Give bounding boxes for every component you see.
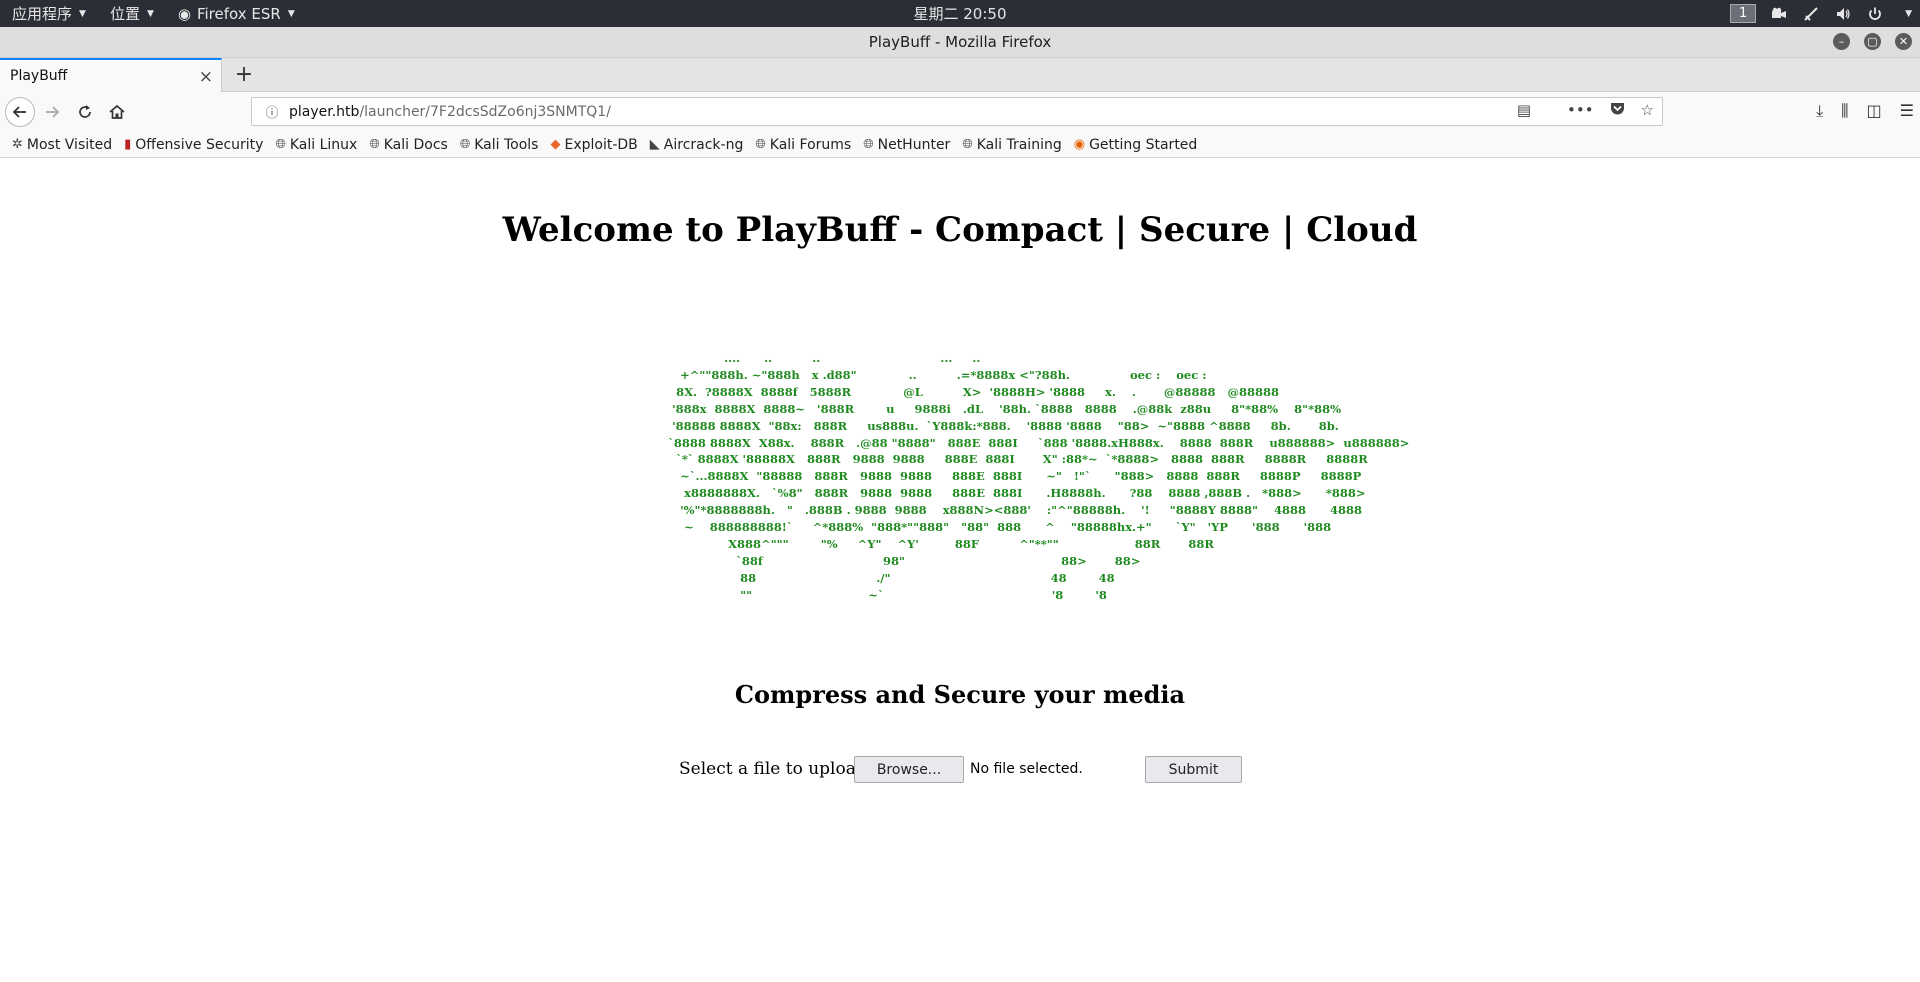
offsec-icon: ▮: [124, 137, 132, 152]
reader-view-icon[interactable]: ▤: [1517, 101, 1531, 119]
bookmark-label: Kali Linux: [289, 136, 358, 153]
active-app-menu[interactable]: ◉ Firefox ESR ▼: [166, 0, 307, 27]
bookmark-offensive-security[interactable]: ▮ Offensive Security: [124, 137, 263, 153]
globe-icon: 🌐︎: [459, 137, 471, 152]
bookmark-most-visited[interactable]: ✲ Most Visited: [12, 137, 112, 153]
clock[interactable]: 星期二 20:50: [914, 5, 1007, 23]
caret-down-icon: ▼: [146, 8, 154, 19]
volume-icon[interactable]: [1834, 5, 1852, 23]
url-path: /launcher/7F2dcsSdZo6nj3SNMTQ1/: [359, 103, 611, 120]
site-info-icon[interactable]: ⓘ: [260, 102, 284, 121]
ascii-art-logo: .... .. .. ... .. +^""888h. ~"888h x .d8…: [668, 351, 1410, 602]
window-title: PlayBuff - Mozilla Firefox: [868, 33, 1052, 51]
minimize-button[interactable]: –: [1833, 33, 1850, 50]
close-window-button[interactable]: ✕: [1895, 33, 1912, 50]
places-label: 位置: [109, 5, 140, 23]
bookmark-kali-training[interactable]: 🌐︎ Kali Training: [962, 137, 1061, 153]
home-button[interactable]: [103, 98, 131, 126]
bookmarks-toolbar: ✲ Most Visited ▮ Offensive Security 🌐︎ Kali…: [0, 132, 1920, 158]
new-tab-button[interactable]: +: [230, 60, 258, 88]
window-title-bar: PlayBuff - Mozilla Firefox – ▢ ✕: [0, 27, 1920, 58]
arrow-left-icon: [12, 106, 26, 118]
applications-menu[interactable]: 应用程序 ▼: [0, 0, 98, 27]
page-subtitle: Compress and Secure your media: [734, 680, 1186, 709]
applications-label: 应用程序: [12, 5, 73, 23]
globe-icon: 🌐︎: [369, 137, 380, 152]
globe-icon: 🌐︎: [275, 137, 286, 152]
download-icon[interactable]: ⤓: [1816, 101, 1823, 121]
forward-button[interactable]: [38, 98, 66, 126]
bookmark-label: Getting Started: [1089, 136, 1198, 153]
tab-label: PlayBuff: [10, 68, 68, 84]
tab-strip: PlayBuff × +: [0, 58, 1920, 92]
bookmark-kali-forums[interactable]: 🌐︎ Kali Forums: [755, 137, 851, 153]
power-icon[interactable]: [1866, 5, 1884, 23]
address-bar[interactable]: ⓘ player.htb/launcher/7F2dcsSdZo6nj3SNMT…: [251, 97, 1663, 126]
caret-down-icon: ▼: [79, 8, 86, 19]
submit-button[interactable]: Submit: [1145, 756, 1242, 783]
library-icon[interactable]: ⫼: [1841, 101, 1848, 121]
reload-button[interactable]: [71, 98, 99, 126]
caret-down-icon[interactable]: ▼: [1905, 9, 1912, 19]
network-disabled-icon[interactable]: [1802, 5, 1820, 23]
home-icon: [109, 104, 125, 119]
bookmark-aircrack-ng[interactable]: ◣ Aircrack-ng: [650, 137, 744, 153]
bookmark-label: Kali Tools: [474, 136, 539, 153]
page-title: Welcome to PlayBuff - Compact | Secure |…: [502, 210, 1418, 250]
maximize-button[interactable]: ▢: [1864, 33, 1881, 50]
upload-label: Select a file to upload: [679, 759, 867, 779]
bookmark-exploit-db[interactable]: ◆ Exploit-DB: [550, 137, 637, 153]
caret-down-icon: ▼: [287, 8, 295, 19]
reload-icon: [79, 105, 91, 118]
active-app-label: Firefox ESR: [196, 4, 281, 23]
globe-icon: 🌐︎: [863, 137, 874, 152]
workspace-indicator[interactable]: 1: [1730, 4, 1757, 23]
back-button[interactable]: [5, 97, 35, 127]
desktop-top-bar: 应用程序 ▼ 位置 ▼ ◉ Firefox ESR ▼ 星期二 20:50 1 …: [0, 0, 1920, 27]
bookmark-label: Aircrack-ng: [663, 136, 744, 153]
bookmark-label: Most Visited: [26, 136, 113, 153]
sidebar-icon[interactable]: ◫: [1867, 101, 1882, 121]
close-tab-icon[interactable]: ×: [199, 67, 213, 87]
bookmark-label: NetHunter: [877, 136, 951, 153]
bookmark-getting-started[interactable]: ◉ Getting Started: [1074, 137, 1198, 153]
pocket-icon[interactable]: [1610, 101, 1625, 119]
bookmark-label: Kali Training: [976, 136, 1062, 153]
video-camera-icon[interactable]: [1770, 5, 1788, 23]
bookmark-kali-tools[interactable]: 🌐︎ Kali Tools: [460, 137, 539, 153]
selected-file-text: No file selected.: [970, 761, 1083, 777]
url-host: player.htb: [289, 103, 360, 120]
firefox-icon: ◉: [1073, 137, 1086, 152]
tab-playbuff[interactable]: PlayBuff ×: [0, 58, 222, 92]
places-menu[interactable]: 位置 ▼: [98, 0, 166, 27]
bookmark-label: Kali Docs: [383, 136, 448, 153]
bookmark-kali-linux[interactable]: 🌐︎ Kali Linux: [275, 137, 357, 153]
page-actions-icon[interactable]: •••: [1567, 101, 1594, 119]
bookmark-nethunter[interactable]: 🌐︎ NetHunter: [863, 137, 950, 153]
bookmark-label: Exploit-DB: [564, 136, 638, 153]
aircrack-icon: ◣: [649, 137, 660, 152]
bookmark-kali-docs[interactable]: 🌐︎ Kali Docs: [369, 137, 448, 153]
globe-icon: 🌐︎: [962, 137, 973, 152]
gear-icon: ✲: [12, 137, 23, 152]
upload-form: Select a file to upload Browse... No fil…: [679, 753, 1279, 785]
arrow-right-icon: [46, 106, 60, 118]
bookmark-label: Offensive Security: [135, 136, 264, 153]
exploitdb-icon: ◆: [550, 137, 561, 152]
navigation-toolbar: ⓘ player.htb/launcher/7F2dcsSdZo6nj3SNMT…: [0, 92, 1920, 132]
system-tray: 1 ▼: [1730, 0, 1912, 27]
hamburger-menu-icon[interactable]: ☰: [1900, 101, 1914, 121]
bookmark-label: Kali Forums: [769, 136, 852, 153]
firefox-app-icon: ◉: [177, 4, 191, 23]
browse-button[interactable]: Browse...: [854, 756, 964, 783]
bookmark-star-icon[interactable]: ☆: [1641, 101, 1654, 119]
globe-icon: 🌐︎: [755, 137, 766, 152]
page-content: Welcome to PlayBuff - Compact | Secure |…: [0, 158, 1920, 982]
